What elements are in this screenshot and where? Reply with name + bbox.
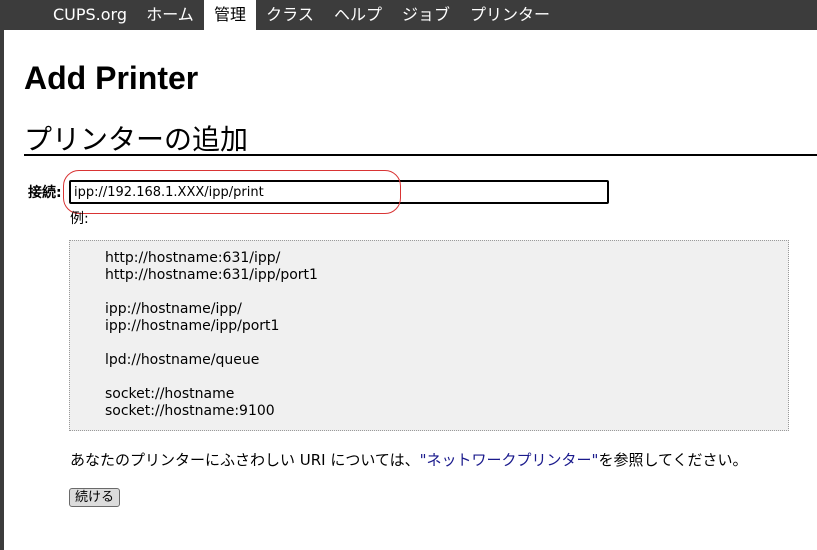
example-uri: http://hostname:631/ipp/port1 — [105, 267, 318, 283]
network-printers-link[interactable]: "ネットワークプリンター" — [420, 451, 599, 469]
example-uri: socket://hostname:9100 — [105, 403, 275, 419]
uri-help-text: あなたのプリンターにふさわしい URI については、"ネットワークプリンター"を… — [70, 449, 748, 470]
continue-button[interactable]: 続ける — [69, 488, 121, 507]
page-title: Add Printer — [24, 60, 199, 96]
nav-item-classes[interactable]: クラス — [258, 0, 322, 30]
nav-item-administration[interactable]: 管理 — [204, 0, 256, 30]
example-uri: socket://hostname — [105, 386, 235, 402]
connection-uri-input[interactable] — [69, 180, 609, 204]
nav-item-home[interactable]: ホーム — [138, 0, 202, 30]
example-uri-box: http://hostname:631/ipp/ http://hostname… — [69, 240, 789, 431]
example-uri: ipp://hostname/ipp/port1 — [105, 318, 280, 334]
section-heading: プリンターの追加 — [24, 123, 249, 156]
example-label: 例: — [70, 211, 89, 227]
nav-item-printers[interactable]: プリンター — [462, 0, 558, 30]
help-text-suffix: を参照してください。 — [598, 451, 748, 469]
left-border — [0, 0, 4, 550]
nav-item-cups-org[interactable]: CUPS.org — [44, 0, 136, 30]
help-text-prefix: あなたのプリンターにふさわしい URI については、 — [70, 451, 420, 469]
connection-label: 接続: — [28, 185, 62, 201]
top-navbar: CUPS.org ホーム 管理 クラス ヘルプ ジョブ プリンター — [0, 0, 817, 30]
nav-item-help[interactable]: ヘルプ — [326, 0, 390, 30]
heading-divider — [24, 154, 817, 156]
example-uri: lpd://hostname/queue — [105, 352, 260, 368]
example-uri: http://hostname:631/ipp/ — [105, 250, 281, 266]
cups-add-printer-page: CUPS.org ホーム 管理 クラス ヘルプ ジョブ プリンター Add Pr… — [0, 0, 817, 550]
example-uri: ipp://hostname/ipp/ — [105, 301, 242, 317]
nav-item-jobs[interactable]: ジョブ — [394, 0, 458, 30]
